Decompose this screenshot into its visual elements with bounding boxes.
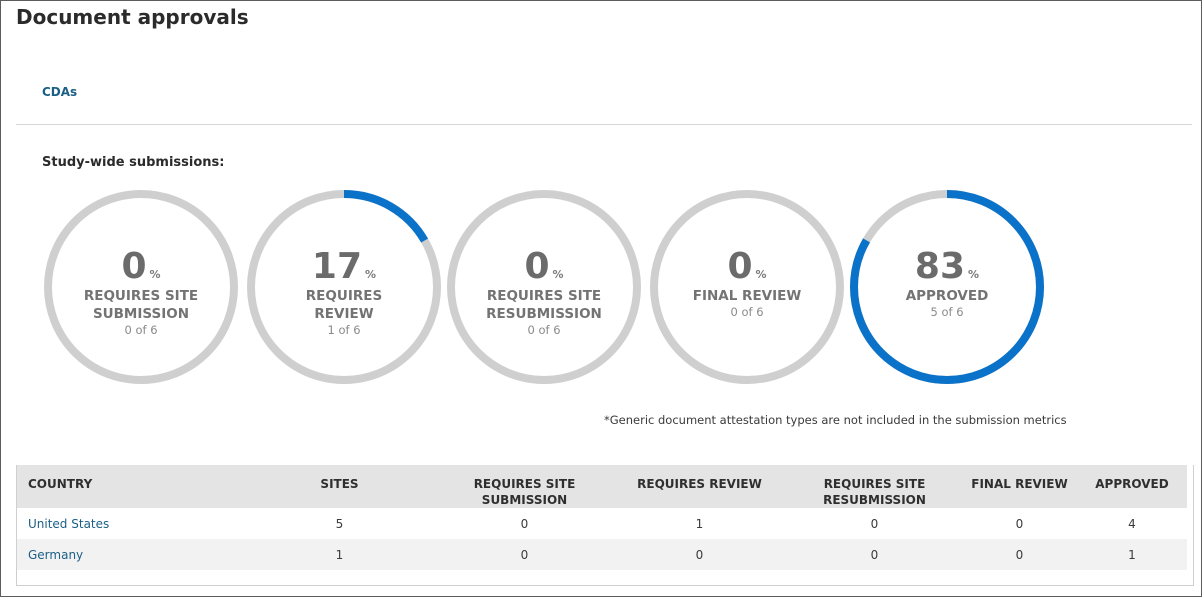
table-cell: 1	[335, 547, 344, 562]
gauge-label: APPROVED	[905, 288, 989, 304]
gauge-percent: 83	[914, 246, 966, 287]
document-approvals-panel: Document approvals CDAs Study-wide submi…	[0, 0, 1202, 597]
table-cell: 0	[520, 547, 529, 562]
gauge-percent: 0	[121, 246, 147, 287]
gauge-requires-site-resubmission: 0% REQUIRES SITE RESUBMISSION 0 of 6	[446, 189, 642, 385]
table-row: United States 5 0 1 0 0 4	[17, 508, 1187, 539]
gauge-count: 5 of 6	[930, 305, 964, 319]
gauge-percent: 0	[727, 246, 753, 287]
country-table: COUNTRY SITES REQUIRES SITE SUBMISSION R…	[16, 465, 1194, 586]
col-header-sites[interactable]: SITES	[242, 465, 437, 508]
table-cell: 5	[335, 516, 344, 531]
table-cell: 0	[870, 547, 879, 562]
gauge-count: 0 of 6	[527, 323, 561, 337]
table-cell: 0	[870, 516, 879, 531]
col-header-requires-review[interactable]: REQUIRES REVIEW	[612, 465, 787, 508]
gauge-count: 0 of 6	[124, 323, 158, 337]
gauge-label: REQUIRES SITE RESUBMISSION	[486, 288, 602, 322]
table-cell: 1	[1128, 547, 1136, 562]
gauge-label: REQUIRES REVIEW	[305, 288, 383, 322]
table-row: Germany 1 0 0 0 0 1	[17, 539, 1187, 570]
percent-sign: %	[149, 268, 161, 281]
gauge-percent: 17	[311, 246, 363, 287]
table-header-row: COUNTRY SITES REQUIRES SITE SUBMISSION R…	[17, 465, 1187, 508]
col-header-approved[interactable]: APPROVED	[1077, 465, 1187, 508]
tab-cdas[interactable]: CDAs	[42, 85, 77, 99]
country-link[interactable]: United States	[28, 517, 109, 531]
percent-sign: %	[968, 268, 980, 281]
page-title: Document approvals	[16, 5, 249, 29]
table-cell: 4	[1128, 516, 1136, 531]
gauge-final-review: 0% FINAL REVIEW 0 of 6	[649, 189, 845, 385]
table-cell: 0	[1015, 516, 1024, 531]
gauge-approved: 83% APPROVED 5 of 6	[849, 189, 1045, 385]
table-cell: 0	[695, 547, 704, 562]
table-cell: 0	[520, 516, 529, 531]
percent-sign: %	[755, 268, 767, 281]
metrics-footnote: *Generic document attestation types are …	[604, 413, 1067, 427]
gauge-requires-site-submission: 0% REQUIRES SITE SUBMISSION 0 of 6	[43, 189, 239, 385]
gauge-requires-review: 17% REQUIRES REVIEW 1 of 6	[246, 189, 442, 385]
percent-sign: %	[552, 268, 564, 281]
col-header-requires-site-submission[interactable]: REQUIRES SITE SUBMISSION	[437, 465, 612, 508]
col-header-country[interactable]: COUNTRY	[17, 465, 242, 508]
gauge-count: 0 of 6	[730, 305, 764, 319]
gauge-label: FINAL REVIEW	[692, 288, 802, 304]
divider	[16, 124, 1192, 125]
gauge-percent: 0	[524, 246, 550, 287]
percent-sign: %	[365, 268, 377, 281]
col-header-requires-site-resubmission[interactable]: REQUIRES SITE RESUBMISSION	[787, 465, 962, 508]
col-header-final-review[interactable]: FINAL REVIEW	[962, 465, 1077, 508]
country-link[interactable]: Germany	[28, 548, 83, 562]
gauge-label: REQUIRES SITE SUBMISSION	[83, 288, 199, 322]
table-cell: 0	[1015, 547, 1024, 562]
section-title: Study-wide submissions:	[42, 155, 225, 170]
gauge-count: 1 of 6	[327, 323, 361, 337]
table-cell: 1	[695, 516, 704, 531]
